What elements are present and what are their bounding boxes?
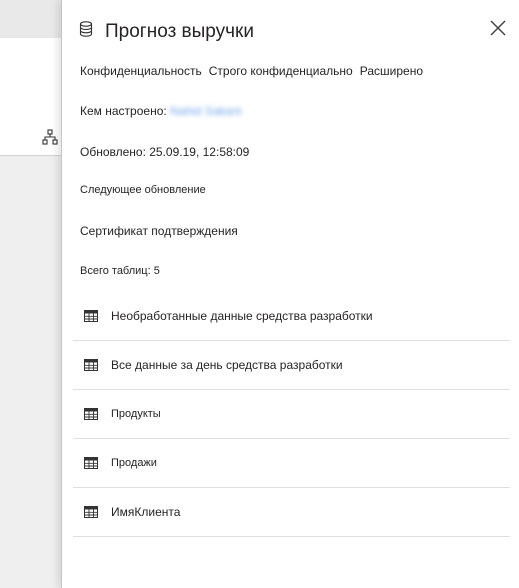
table-item[interactable]: Продажи (73, 439, 510, 488)
table-name: Продукты (111, 408, 161, 420)
dataset-details-panel: Прогноз выручки Конфиденциальность Строг… (61, 0, 519, 588)
next-refresh-text: Следующее обновление (80, 184, 206, 196)
table-icon (84, 457, 98, 469)
background-top-bar (0, 0, 62, 38)
background-lower-area (0, 157, 62, 588)
table-name: Все данные за день средства разработки (111, 358, 343, 372)
table-icon (84, 408, 98, 420)
panel-header: Прогноз выручки (79, 18, 254, 46)
tables-count-text: Всего таблиц: 5 (80, 265, 160, 277)
table-icon (84, 359, 98, 371)
owner-label: Кем настроено: (80, 104, 167, 118)
table-item[interactable]: Продукты (73, 390, 510, 439)
panel-title: Прогноз выручки (105, 21, 254, 42)
close-icon[interactable] (487, 17, 509, 39)
owner-name-link[interactable]: Nahid Sakani (170, 104, 241, 118)
owner-row: Кем настроено: Nahid Sakani (80, 104, 241, 118)
table-name: Продажи (111, 457, 157, 469)
sensitivity-level: Расширено (359, 64, 423, 78)
database-icon (79, 21, 93, 37)
certification-text: Сертификат подтверждения (80, 224, 238, 238)
tables-list: Необработанные данные средства разработк… (73, 292, 510, 537)
table-item[interactable]: Все данные за день средства разработки (73, 341, 510, 390)
sensitivity-row: Конфиденциальность Строго конфиденциальн… (80, 64, 430, 78)
sensitivity-value[interactable]: Строго конфиденциально (209, 64, 353, 78)
table-icon (84, 310, 98, 322)
table-name: ИмяКлиента (111, 505, 181, 519)
hierarchy-icon[interactable] (42, 129, 58, 145)
table-item[interactable]: ИмяКлиента (73, 488, 510, 537)
table-name: Необработанные данные средства разработк… (111, 309, 373, 323)
table-item[interactable]: Необработанные данные средства разработк… (73, 292, 510, 341)
sensitivity-label: Конфиденциальность (80, 64, 202, 78)
last-updated-text: Обновлено: 25.09.19, 12:58:09 (80, 145, 250, 159)
table-icon (84, 506, 98, 518)
